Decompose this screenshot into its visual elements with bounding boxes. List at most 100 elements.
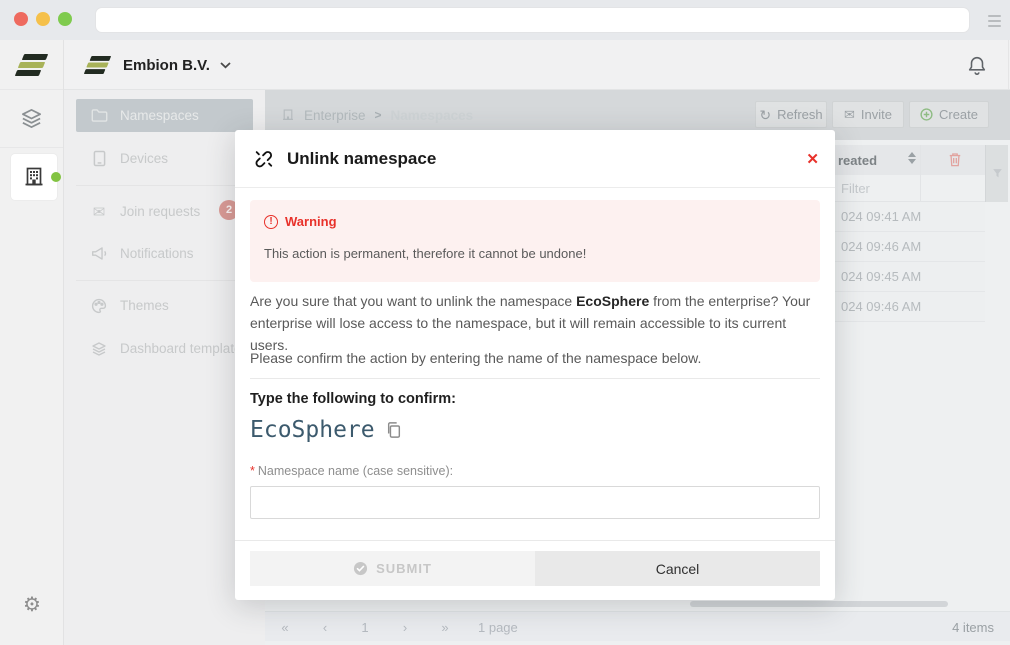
envelope-icon: ✉ bbox=[90, 203, 108, 221]
notifications-bell-button[interactable] bbox=[966, 54, 988, 77]
modal-divider bbox=[250, 378, 820, 379]
create-button-label: Create bbox=[939, 107, 978, 122]
created-cell: 024 09:45 AM bbox=[841, 269, 921, 284]
address-bar[interactable] bbox=[95, 7, 970, 33]
cancel-button[interactable]: Cancel bbox=[535, 551, 820, 586]
embion-logo-icon bbox=[85, 54, 110, 75]
funnel-icon bbox=[992, 168, 1003, 179]
sidebar-item-label: Join requests bbox=[120, 204, 200, 219]
refresh-button-label: Refresh bbox=[777, 107, 823, 122]
rail-item-settings[interactable]: ⚙ bbox=[0, 592, 64, 617]
copy-icon[interactable] bbox=[386, 421, 402, 439]
app-root: ⚙ Embion B.V. Namespac bbox=[0, 0, 1010, 645]
sidebar-item-notifications[interactable]: Notifications bbox=[76, 237, 253, 270]
plus-circle-icon bbox=[920, 108, 933, 121]
namespace-confirm-value: EcoSphere bbox=[250, 417, 375, 443]
gear-icon: ⚙ bbox=[23, 592, 41, 617]
warning-alert: ! Warning This action is permanent, ther… bbox=[250, 200, 820, 282]
created-cell: 024 09:41 AM bbox=[841, 209, 921, 224]
refresh-icon: ↻ bbox=[759, 108, 771, 122]
device-icon bbox=[90, 150, 108, 167]
namespace-name-input[interactable] bbox=[250, 486, 820, 519]
rail-item-enterprise[interactable] bbox=[0, 148, 63, 213]
sidebar-item-themes[interactable]: Themes bbox=[76, 289, 253, 322]
close-icon[interactable]: ✕ bbox=[806, 150, 819, 168]
building-icon bbox=[281, 108, 295, 122]
browser-chrome bbox=[0, 0, 1010, 40]
megaphone-icon bbox=[90, 246, 108, 261]
modal-footer-divider bbox=[235, 540, 835, 541]
sidebar-item-namespaces[interactable]: Namespaces bbox=[76, 99, 253, 132]
warning-circle-icon: ! bbox=[264, 215, 278, 229]
warning-text: This action is permanent, therefore it c… bbox=[264, 246, 586, 261]
unlink-icon bbox=[253, 148, 275, 170]
table-settings-column-header[interactable] bbox=[985, 145, 1008, 202]
sidebar-divider bbox=[76, 280, 253, 281]
breadcrumb-separator: > bbox=[375, 108, 382, 122]
type-to-confirm-label: Type the following to confirm: bbox=[250, 391, 456, 407]
submit-button[interactable]: SUBMIT bbox=[250, 551, 535, 586]
created-column-header[interactable]: reated bbox=[838, 153, 877, 168]
rail-item-stacks[interactable] bbox=[0, 90, 63, 148]
browser-menu-icon[interactable] bbox=[988, 12, 1001, 30]
pagination-bar: « ‹ 1 › » 1 page 4 items bbox=[265, 611, 1010, 641]
modal-title: Unlink namespace bbox=[287, 149, 436, 169]
required-asterisk: * bbox=[250, 464, 255, 478]
sidebar-item-dashboard-templates[interactable]: Dashboard templates bbox=[76, 332, 253, 365]
building-icon bbox=[22, 165, 46, 189]
enterprise-online-dot bbox=[51, 172, 61, 182]
window-zoom-button[interactable] bbox=[58, 12, 72, 26]
created-cell: 024 09:46 AM bbox=[841, 299, 921, 314]
refresh-button[interactable]: ↻ Refresh bbox=[755, 101, 827, 128]
sidebar-item-label: Dashboard templates bbox=[120, 341, 248, 356]
pagination-items-count: 4 items bbox=[952, 620, 994, 635]
envelope-icon: ✉ bbox=[844, 108, 855, 121]
window-minimize-button[interactable] bbox=[36, 12, 50, 26]
submit-button-label: SUBMIT bbox=[376, 561, 432, 576]
bell-icon bbox=[966, 54, 988, 77]
warning-title: Warning bbox=[285, 214, 337, 229]
pagination-first-button[interactable]: « bbox=[265, 612, 305, 642]
unlink-namespace-modal: Unlink namespace ✕ ! Warning This action… bbox=[235, 130, 835, 600]
sidebar-item-label: Devices bbox=[120, 151, 168, 166]
sidebar-item-label: Namespaces bbox=[120, 108, 199, 123]
sort-icon[interactable] bbox=[908, 152, 916, 164]
app-header: Embion B.V. bbox=[64, 40, 1010, 90]
sidebar-item-devices[interactable]: Devices bbox=[76, 142, 253, 175]
invite-button[interactable]: ✉ Invite bbox=[832, 101, 904, 128]
chevron-down-icon bbox=[220, 62, 231, 69]
create-button[interactable]: Create bbox=[909, 101, 989, 128]
pagination-prev-button[interactable]: ‹ bbox=[305, 612, 345, 642]
pagination-page-info: 1 page bbox=[478, 620, 518, 635]
embion-logo-icon bbox=[16, 52, 47, 78]
check-circle-icon bbox=[353, 561, 368, 576]
pagination-page-number[interactable]: 1 bbox=[345, 612, 385, 642]
body-namespace-name: EcoSphere bbox=[576, 293, 649, 309]
header-divider bbox=[1008, 40, 1009, 89]
breadcrumb-enterprise[interactable]: Enterprise bbox=[304, 108, 366, 123]
layers-icon bbox=[90, 341, 108, 357]
org-name: Embion B.V. bbox=[123, 57, 210, 74]
sidebar-item-label: Notifications bbox=[120, 246, 194, 261]
folder-icon bbox=[90, 108, 108, 123]
input-label-text: Namespace name (case sensitive): bbox=[258, 464, 453, 478]
org-switcher[interactable]: Embion B.V. bbox=[82, 40, 231, 90]
pagination-next-button[interactable]: › bbox=[385, 612, 425, 642]
confirm-instruction-text: Please confirm the action by entering th… bbox=[250, 347, 820, 369]
modal-header: Unlink namespace ✕ bbox=[235, 130, 835, 188]
filter-input[interactable]: Filter bbox=[841, 181, 870, 196]
pagination-last-button[interactable]: » bbox=[425, 612, 465, 642]
icon-rail: ⚙ bbox=[0, 40, 64, 645]
cancel-button-label: Cancel bbox=[656, 561, 700, 577]
created-cell: 024 09:46 AM bbox=[841, 239, 921, 254]
body-text-pre: Are you sure that you want to unlink the… bbox=[250, 293, 576, 309]
namespace-input-label: *Namespace name (case sensitive): bbox=[250, 464, 453, 478]
horizontal-scrollbar[interactable] bbox=[690, 601, 948, 607]
rail-logo[interactable] bbox=[0, 40, 63, 90]
layers-icon bbox=[20, 107, 43, 130]
breadcrumb-namespaces: Namespaces bbox=[391, 108, 474, 123]
delete-column-trash-icon[interactable] bbox=[948, 152, 962, 167]
invite-button-label: Invite bbox=[861, 107, 892, 122]
window-close-button[interactable] bbox=[14, 12, 28, 26]
sidebar-item-label: Themes bbox=[120, 298, 169, 313]
